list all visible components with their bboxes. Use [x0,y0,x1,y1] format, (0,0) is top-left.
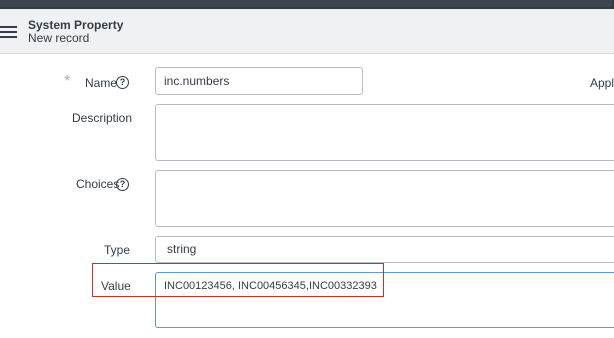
page-subtitle: New record [28,31,90,45]
menu-icon[interactable] [0,26,17,40]
description-textarea[interactable] [155,104,614,161]
required-indicator-icon: * [64,73,71,90]
type-label: Type [104,243,131,257]
application-label: Appl [590,76,614,90]
choices-help-icon[interactable]: ? [116,178,129,191]
top-navigation-bar [0,0,614,9]
name-help-icon[interactable]: ? [116,76,129,89]
type-select[interactable]: string [155,236,614,263]
top-bar-strip [0,0,612,7]
name-input[interactable] [155,67,363,95]
choices-label: Choices [76,177,120,191]
description-label: Description [72,111,133,125]
name-label: Name [85,76,118,90]
value-highlight-box [92,263,384,297]
form-header: System Property New record [0,9,614,54]
choices-textarea[interactable] [155,170,614,227]
